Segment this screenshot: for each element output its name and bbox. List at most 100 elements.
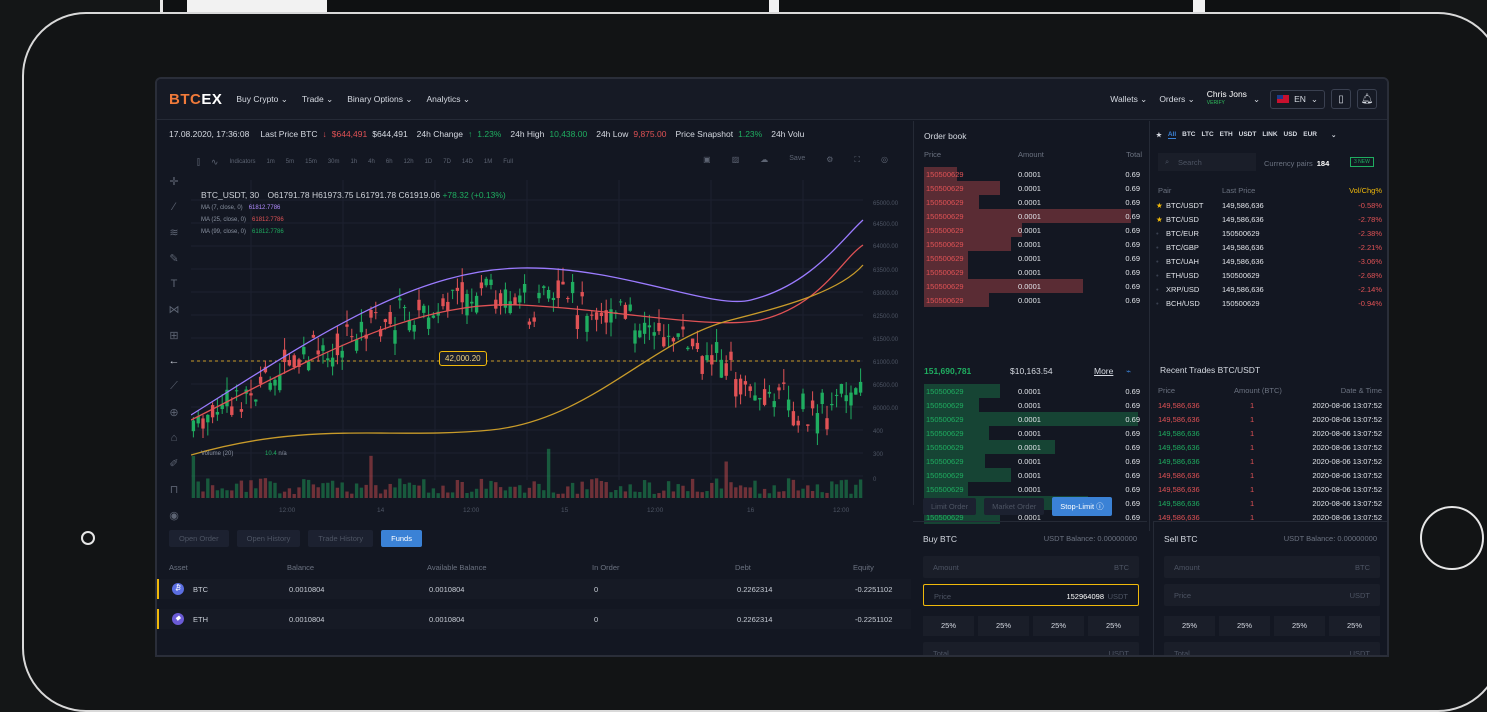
dot-icon[interactable]: • — [1156, 299, 1159, 308]
tab-trade-history[interactable]: Trade History — [308, 529, 374, 547]
star-icon[interactable]: ★ — [1156, 201, 1163, 210]
percent-button[interactable]: 25% — [978, 616, 1029, 636]
table-row[interactable]: ₿ BTC 0.0010804 0.0010804 0 0.2262314 -0… — [157, 579, 911, 599]
percent-button[interactable]: 25% — [1219, 616, 1270, 636]
buy-amount-field[interactable]: Amount BTC — [923, 556, 1139, 578]
bid-row[interactable]: 150500629 0.0001 0.69 — [924, 426, 1142, 440]
dot-icon[interactable]: • — [1156, 257, 1159, 266]
symbol-label[interactable]: BTC_USDT, 30 — [201, 190, 259, 200]
screenshot-icon[interactable]: ▨ — [732, 155, 740, 165]
user-menu[interactable]: Chris Jons VERIFY — [1207, 90, 1247, 108]
sell-amount-field[interactable]: Amount BTC — [1164, 556, 1380, 578]
pair-row[interactable]: • BTC/UAH 149,586,636 -3.06% — [1156, 254, 1382, 268]
brush-icon[interactable]: ✎ — [169, 252, 178, 265]
ask-row[interactable]: 150500629 0.0001 0.69 — [924, 223, 1142, 237]
pair-row[interactable]: • XRP/USD 149,586,636 -2.14% — [1156, 282, 1382, 296]
lock-icon[interactable]: ⊓ — [170, 483, 179, 496]
ask-row[interactable]: 150500629 0.0001 0.69 — [924, 251, 1142, 265]
tab-usdt[interactable]: USDT — [1239, 131, 1257, 139]
dot-icon[interactable]: • — [1156, 243, 1159, 252]
fib-icon[interactable]: ≋ — [169, 226, 178, 239]
eye-icon[interactable]: ◉ — [169, 509, 179, 522]
pair-row[interactable]: ★ BTC/USD 149,586,636 -2.78% — [1156, 212, 1382, 226]
interval-full[interactable]: Full — [503, 159, 513, 165]
interval-15m[interactable]: 15m — [305, 159, 317, 165]
more-link[interactable]: More — [1094, 366, 1113, 376]
pair-search-input[interactable]: ⌕ Search — [1158, 153, 1256, 171]
zoom-icon[interactable]: ⊕ — [169, 406, 178, 419]
interval-14d[interactable]: 14D — [462, 159, 473, 165]
percent-button[interactable]: 25% — [923, 616, 974, 636]
menu-buy-crypto[interactable]: Buy Crypto ⌄ — [236, 94, 288, 105]
interval-30m[interactable]: 30m — [328, 159, 340, 165]
candle-type-icon[interactable]: ⫿ — [197, 157, 200, 168]
fullscreen-icon[interactable]: ⛶ — [854, 155, 860, 165]
tab-open-history[interactable]: Open History — [236, 529, 301, 547]
tablet-home-button[interactable] — [1420, 506, 1484, 570]
ask-row[interactable]: 150500629 0.0001 0.69 — [924, 279, 1142, 293]
pair-row[interactable]: ★ BTC/USDT 149,586,636 -0.58% — [1156, 198, 1382, 212]
interval-12h[interactable]: 12h — [404, 159, 414, 165]
dot-icon[interactable]: • — [1156, 285, 1159, 294]
pair-row[interactable]: • BTC/GBP 149,586,636 -2.21% — [1156, 240, 1382, 254]
lock-draw-icon[interactable]: ✐ — [169, 457, 178, 470]
text-icon[interactable]: T — [171, 278, 178, 290]
bid-row[interactable]: 150500629 0.0001 0.69 — [924, 412, 1142, 426]
interval-1m-month[interactable]: 1M — [484, 159, 492, 165]
help-icon[interactable]: ⓘ — [1096, 502, 1104, 511]
indicators-button[interactable]: Indicators — [229, 159, 255, 165]
ask-row[interactable]: 150500629 0.0001 0.69 — [924, 181, 1142, 195]
favorites-star-icon[interactable]: ★ — [1156, 131, 1162, 139]
tab-stop-limit[interactable]: Stop-Limit ⓘ — [1052, 496, 1112, 516]
interval-6h[interactable]: 6h — [386, 159, 393, 165]
bid-row[interactable]: 150500629 0.0001 0.69 — [924, 440, 1142, 454]
sell-price-field[interactable]: Price USDT — [1164, 584, 1380, 606]
percent-button[interactable]: 25% — [1033, 616, 1084, 636]
percent-button[interactable]: 25% — [1088, 616, 1139, 636]
tab-eth[interactable]: ETH — [1220, 131, 1233, 139]
pair-row[interactable]: • BCH/USD 150500629 -0.94% — [1156, 296, 1382, 310]
ask-row[interactable]: 150500629 0.0001 0.69 — [924, 265, 1142, 279]
star-icon[interactable]: ★ — [1156, 215, 1163, 224]
tab-open-order[interactable]: Open Order — [169, 529, 229, 547]
interval-4h[interactable]: 4h — [368, 159, 375, 165]
tab-funds[interactable]: Funds — [381, 529, 422, 547]
tab-eur[interactable]: EUR — [1303, 131, 1317, 139]
tab-link[interactable]: LINK — [1262, 131, 1277, 139]
interval-7d[interactable]: 7D — [443, 159, 451, 165]
back-arrow-icon[interactable]: ← — [169, 355, 180, 367]
tab-btc[interactable]: BTC — [1182, 131, 1195, 139]
interval-1m[interactable]: 1m — [266, 159, 274, 165]
menu-binary-options[interactable]: Binary Options ⌄ — [347, 94, 412, 105]
pattern-icon[interactable]: ⋈ — [169, 303, 180, 316]
trendline-icon[interactable]: ⁄ — [173, 201, 175, 213]
language-selector[interactable]: EN ⌄ — [1270, 89, 1325, 109]
ask-row[interactable]: 150500629 0.0001 0.69 — [924, 209, 1142, 223]
tab-market-order[interactable]: Market Order — [984, 497, 1045, 515]
settings-icon[interactable]: ⚙ — [826, 155, 833, 165]
buy-price-field[interactable]: Price 152964098 USDT — [923, 584, 1139, 606]
ruler-icon[interactable]: ⟋ — [170, 380, 178, 393]
pair-row[interactable]: • ETH/USD 150500629 -2.68% — [1156, 268, 1382, 282]
percent-button[interactable]: 25% — [1329, 616, 1380, 636]
compare-icon[interactable]: ▣ — [703, 155, 711, 165]
crosshair-icon[interactable]: ✛ — [169, 175, 178, 188]
mobile-icon[interactable]: ▯ — [1331, 89, 1351, 109]
bid-row[interactable]: 150500629 0.0001 0.69 — [924, 468, 1142, 482]
brand-logo[interactable]: BTCEX — [169, 91, 222, 108]
tab-all[interactable]: All — [1167, 131, 1177, 139]
user-chevron-icon[interactable]: ⌄ — [1253, 94, 1260, 105]
pair-row[interactable]: • BTC/EUR 150500629 -2.38% — [1156, 226, 1382, 240]
tab-usd[interactable]: USD — [1284, 131, 1298, 139]
camera-icon[interactable]: ◎ — [881, 155, 888, 165]
interval-1h[interactable]: 1h — [350, 159, 357, 165]
table-row[interactable]: ◆ ETH 0.0010804 0.0010804 0 0.2262314 -0… — [157, 609, 911, 629]
depth-chart-icon[interactable]: ⌁ — [1126, 366, 1131, 377]
ask-row[interactable]: 150500629 0.0001 0.69 — [924, 195, 1142, 209]
tab-limit-order[interactable]: Limit Order — [923, 497, 977, 515]
ask-row[interactable]: 150500629 0.0001 0.69 — [924, 167, 1142, 181]
expand-chevron-icon[interactable]: ⌄ — [1331, 131, 1336, 139]
price-chart[interactable] — [191, 180, 911, 500]
save-button[interactable]: Save — [789, 155, 805, 165]
menu-trade[interactable]: Trade ⌄ — [302, 94, 333, 105]
